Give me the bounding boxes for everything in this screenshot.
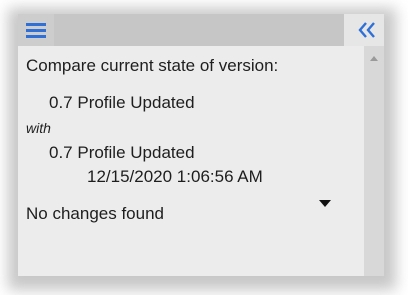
compared-version-date[interactable]: 12/15/2020 1:06:56 AM	[87, 167, 263, 187]
compare-result: No changes found	[26, 204, 164, 223]
scroll-up-arrow-icon[interactable]	[370, 56, 378, 61]
panel-header	[18, 14, 384, 46]
collapse-panel-button[interactable]	[344, 14, 384, 46]
compare-prompt: Compare current state of version:	[26, 56, 279, 75]
with-connector: with	[26, 120, 51, 136]
hamburger-menu-icon	[26, 23, 46, 38]
caret-down-icon[interactable]	[319, 200, 331, 207]
vertical-scrollbar[interactable]	[364, 46, 384, 276]
current-version-label: 0.7 Profile Updated	[49, 93, 195, 112]
compared-version-label: 0.7 Profile Updated	[49, 143, 195, 162]
double-chevron-left-icon	[358, 22, 375, 38]
compare-panel: Compare current state of version: 0.7 Pr…	[18, 14, 384, 276]
stage: Compare current state of version: 0.7 Pr…	[0, 0, 408, 295]
menu-button[interactable]	[18, 14, 54, 46]
panel-title-bar	[54, 14, 344, 46]
